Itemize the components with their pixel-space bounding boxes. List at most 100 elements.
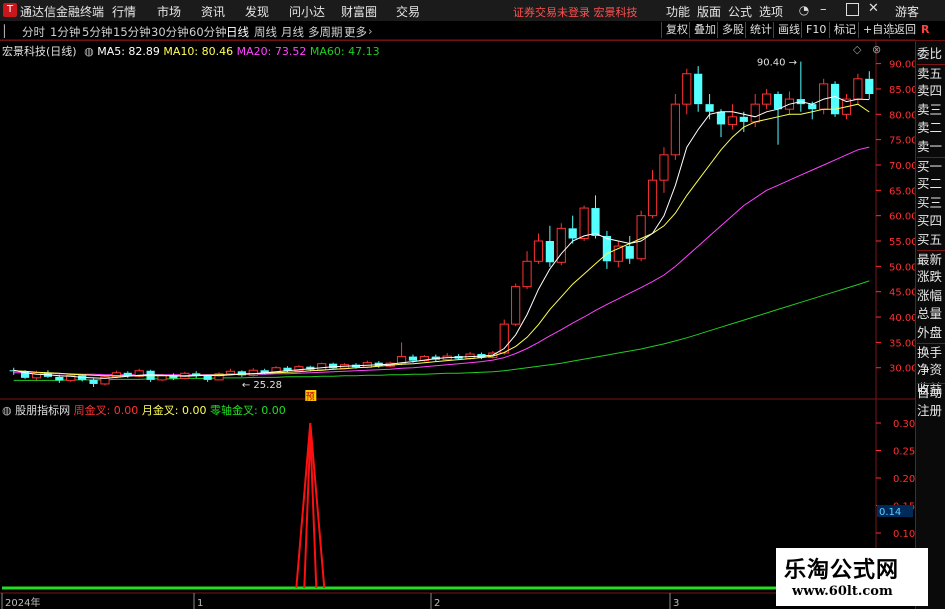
candle bbox=[214, 372, 224, 381]
y-tick-label: 55.00 bbox=[889, 237, 918, 248]
stock-title[interactable]: 宏景科技(日线) bbox=[2, 45, 77, 58]
indicator-legend: ◍ 股朋指标网 周金叉: 0.00 月金叉: 0.00 零轴金叉: 0.00 bbox=[2, 402, 286, 418]
candlestick-series bbox=[9, 61, 874, 387]
chart-annotations: 90.40 → ← 25.28 预 bbox=[242, 58, 797, 403]
candle bbox=[442, 353, 452, 361]
side-tab-0[interactable]: 委比 bbox=[917, 45, 945, 63]
candle bbox=[591, 195, 600, 239]
candle bbox=[545, 225, 554, 267]
x-tick-label: 3 bbox=[673, 598, 679, 609]
candle-body-down bbox=[203, 375, 212, 380]
side-tab-17[interactable]: 净资 bbox=[917, 361, 945, 379]
side-tab-1[interactable]: 卖五 bbox=[917, 63, 945, 83]
y-tick-label: 45.00 bbox=[889, 288, 918, 299]
side-tab-4[interactable]: 卖二 bbox=[917, 119, 945, 137]
candle-body-up bbox=[647, 179, 658, 217]
candle-body-down bbox=[602, 235, 612, 262]
candle-body-down bbox=[329, 363, 338, 369]
candle bbox=[762, 88, 772, 110]
ind-y-tick-label: 0.10 bbox=[893, 529, 915, 540]
side-tab-10[interactable]: 买五 bbox=[917, 231, 945, 249]
ind-y-tick-label: 0.30 bbox=[893, 419, 915, 430]
side-tab-5[interactable]: 卖一 bbox=[917, 138, 945, 156]
close-panel-icon[interactable]: ⊗ bbox=[872, 43, 881, 56]
candle-body-down bbox=[408, 356, 418, 361]
y-tick-label: 85.00 bbox=[889, 85, 918, 96]
candle-body-down bbox=[591, 208, 600, 236]
candle bbox=[248, 368, 258, 377]
ma60-value: MA60: 47.13 bbox=[309, 45, 380, 58]
side-tab-6[interactable]: 买一 bbox=[917, 156, 945, 176]
candle-body-up bbox=[682, 73, 692, 105]
side-tab-14[interactable]: 总量 bbox=[917, 305, 945, 323]
ma10-value: MA10: 80.46 bbox=[163, 45, 234, 58]
candle bbox=[647, 170, 658, 219]
ind-current-value: 0.14 bbox=[879, 507, 901, 518]
y-tick-label: 65.00 bbox=[889, 186, 918, 197]
side-tab-16[interactable]: 换手 bbox=[917, 342, 945, 362]
y-tick-label: 90.00 bbox=[889, 60, 918, 71]
candle bbox=[43, 370, 53, 378]
candle bbox=[865, 71, 874, 100]
candle-body-down bbox=[694, 73, 703, 105]
candle-body-down bbox=[55, 376, 64, 381]
candle bbox=[716, 109, 726, 138]
side-tab-13[interactable]: 涨幅 bbox=[917, 287, 945, 305]
settings-icon[interactable]: ◍ bbox=[84, 45, 94, 58]
candle bbox=[556, 223, 566, 266]
candle-body-up bbox=[659, 154, 669, 181]
candle-body-up bbox=[579, 207, 589, 239]
ma10-line bbox=[13, 103, 870, 377]
side-tab-11[interactable]: 最新 bbox=[917, 249, 945, 269]
indicator-name[interactable]: 股朋指标网 bbox=[15, 404, 70, 417]
y-tick-label: 40.00 bbox=[889, 313, 918, 324]
candle bbox=[192, 371, 201, 378]
candle bbox=[625, 235, 634, 264]
candle bbox=[225, 368, 236, 375]
candle-body-up bbox=[750, 103, 760, 123]
candle-body-down bbox=[568, 228, 577, 239]
ma5-line bbox=[13, 95, 870, 379]
candle bbox=[636, 210, 646, 262]
y-tick-label: 70.00 bbox=[889, 161, 918, 172]
monthly-cross-value: 月金叉: 0.00 bbox=[141, 404, 207, 417]
kline-chart[interactable]: 90.00 85.00 80.00 75.00 70.00 65.00 60.00 55.00… bbox=[0, 0, 945, 609]
candle bbox=[705, 94, 714, 120]
ma-legend: 宏景科技(日线) ◍ MA5: 82.89 MA10: 80.46 MA20: … bbox=[2, 43, 380, 59]
side-tab-8[interactable]: 买三 bbox=[917, 194, 945, 212]
candle-body-down bbox=[739, 116, 748, 122]
side-tab-3[interactable]: 卖三 bbox=[917, 101, 945, 119]
x-tick-label: 1 bbox=[197, 598, 203, 609]
indicator-settings-icon[interactable]: ◍ bbox=[2, 404, 12, 417]
y-tick-label: 35.00 bbox=[889, 338, 918, 349]
candle bbox=[796, 61, 805, 112]
candle bbox=[670, 94, 680, 160]
side-tab-2[interactable]: 卖四 bbox=[917, 82, 945, 100]
chart-frame: 90.00 85.00 80.00 75.00 70.00 65.00 60.00 55.00… bbox=[0, 39, 918, 609]
candle bbox=[499, 319, 509, 355]
y-tick-label: 50.00 bbox=[889, 262, 918, 273]
candle bbox=[511, 283, 521, 327]
side-tab-20[interactable]: 注册 bbox=[917, 402, 945, 420]
y-tick-label: 30.00 bbox=[889, 364, 918, 375]
diamond-icon[interactable]: ◇ bbox=[853, 43, 861, 56]
ind-y-tick-label: 0.25 bbox=[893, 447, 915, 458]
candle bbox=[727, 104, 738, 130]
candle bbox=[613, 241, 623, 268]
side-tab-19[interactable]: 自动 bbox=[917, 383, 945, 402]
candle-body-down bbox=[89, 379, 98, 384]
side-tab-9[interactable]: 买四 bbox=[917, 212, 945, 230]
max-price-label: 90.40 → bbox=[757, 58, 797, 69]
side-tab-15[interactable]: 外盘 bbox=[917, 324, 945, 342]
candle-body-down bbox=[625, 246, 634, 259]
candle bbox=[830, 81, 840, 117]
side-tab-7[interactable]: 买二 bbox=[917, 175, 945, 193]
candle-body-up bbox=[727, 116, 738, 125]
candle-body-down bbox=[808, 104, 817, 110]
candle-body-down bbox=[716, 111, 726, 125]
watermark-url: www.60lt.com bbox=[792, 584, 893, 599]
min-price-label: ← 25.28 bbox=[242, 380, 282, 391]
y-tick-label: 75.00 bbox=[889, 136, 918, 147]
candle-body-up bbox=[511, 286, 521, 325]
side-tab-12[interactable]: 涨跌 bbox=[917, 268, 945, 286]
